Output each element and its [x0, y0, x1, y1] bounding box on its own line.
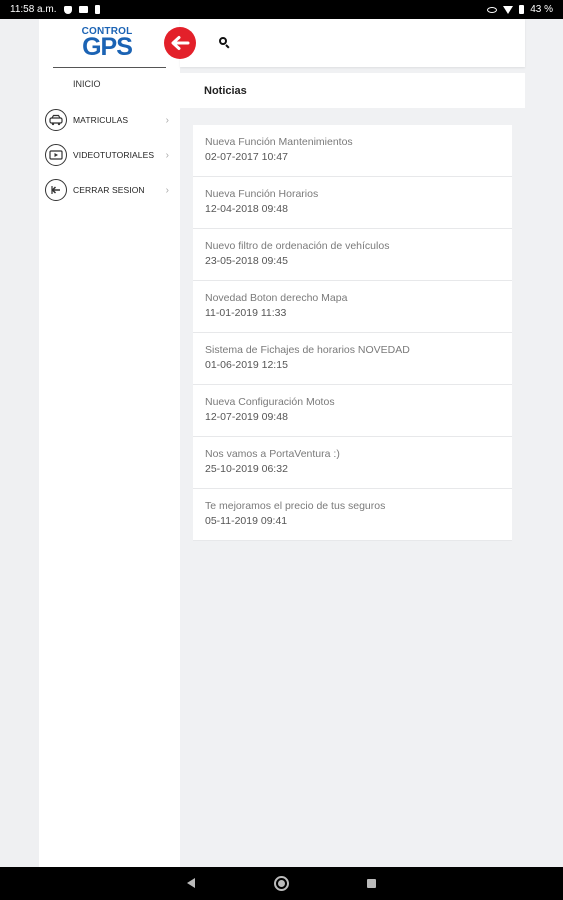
nav-home-icon[interactable]: [274, 876, 289, 891]
logo-big-text: GPS: [82, 33, 133, 61]
nav-recents-icon[interactable]: [367, 879, 376, 888]
search-icon[interactable]: [218, 36, 232, 50]
message-icon: [78, 6, 88, 13]
battery-icon: [519, 5, 525, 14]
page-header: Noticias: [180, 73, 525, 108]
news-title: Nos vamos a PortaVentura :): [205, 448, 340, 460]
news-item[interactable]: Sistema de Fichajes de horarios NOVEDAD …: [193, 333, 512, 385]
sidebar-item-matriculas[interactable]: MATRICULAS ›: [45, 107, 175, 133]
news-date: 01-06-2019 12:15: [205, 359, 288, 371]
back-arrow-icon: [171, 36, 190, 50]
news-item[interactable]: Nos vamos a PortaVentura :) 25-10-2019 0…: [193, 437, 512, 489]
search-handle: [225, 44, 230, 49]
clipboard-icon: [94, 5, 100, 14]
back-button[interactable]: [164, 27, 196, 59]
system-nav-bar: [0, 867, 563, 900]
news-date: 25-10-2019 06:32: [205, 463, 288, 475]
news-date: 12-04-2018 09:48: [205, 203, 288, 215]
sidebar-item-label: CERRAR SESION: [73, 185, 145, 195]
shield-icon: [63, 5, 72, 14]
news-item[interactable]: Nuevo filtro de ordenación de vehículos …: [193, 229, 512, 281]
news-list: Nueva Función Mantenimientos 02-07-2017 …: [193, 125, 512, 541]
sidebar-item-inicio[interactable]: INICIO: [73, 79, 101, 89]
chevron-right-icon: ›: [165, 114, 169, 126]
chevron-right-icon: ›: [165, 149, 169, 161]
logout-icon: [45, 179, 67, 201]
news-date: 12-07-2019 09:48: [205, 411, 288, 423]
top-bar: [180, 19, 525, 67]
news-date: 23-05-2018 09:45: [205, 255, 288, 267]
control-gps-logo[interactable]: CONTROL GPS: [75, 25, 139, 61]
news-title: Nueva Función Horarios: [205, 188, 319, 200]
news-title: Te mejoramos el precio de tus seguros: [205, 500, 386, 512]
left-gutter: [0, 19, 39, 867]
wifi-icon: [503, 5, 514, 14]
eye-icon: [487, 6, 498, 13]
news-title: Nueva Función Mantenimientos: [205, 136, 353, 148]
news-title: Nueva Configuración Motos: [205, 396, 335, 408]
news-item[interactable]: Nueva Configuración Motos 12-07-2019 09:…: [193, 385, 512, 437]
battery-level: 43 %: [530, 4, 553, 15]
sidebar: CONTROL GPS INICIO MATRICULAS › VIDEOTUT…: [39, 19, 180, 867]
status-bar: 11:58 a.m. 43 %: [0, 0, 563, 19]
page-title: Noticias: [204, 84, 247, 97]
news-item[interactable]: Novedad Boton derecho Mapa 11-01-2019 11…: [193, 281, 512, 333]
news-date: 05-11-2019 09:41: [205, 515, 288, 527]
sidebar-item-cerrar-sesion[interactable]: CERRAR SESION ›: [45, 177, 175, 203]
news-item[interactable]: Nueva Función Horarios 12-04-2018 09:48: [193, 177, 512, 229]
sidebar-item-videotutoriales[interactable]: VIDEOTUTORIALES ›: [45, 142, 175, 168]
car-icon: [45, 109, 67, 131]
news-date: 11-01-2019 11:33: [205, 307, 287, 319]
news-item[interactable]: Nueva Función Mantenimientos 02-07-2017 …: [193, 125, 512, 177]
news-title: Nuevo filtro de ordenación de vehículos: [205, 240, 390, 252]
news-title: Sistema de Fichajes de horarios NOVEDAD: [205, 344, 410, 356]
app-window: CONTROL GPS INICIO MATRICULAS › VIDEOTUT…: [0, 19, 563, 867]
sidebar-item-label: VIDEOTUTORIALES: [73, 150, 155, 160]
chevron-right-icon: ›: [165, 184, 169, 196]
nav-back-icon[interactable]: [187, 878, 195, 888]
news-item[interactable]: Te mejoramos el precio de tus seguros 05…: [193, 489, 512, 541]
news-date: 02-07-2017 10:47: [205, 151, 288, 163]
video-icon: [45, 144, 67, 166]
logo-divider: [53, 67, 166, 68]
sidebar-item-label: MATRICULAS: [73, 115, 129, 125]
status-time: 11:58 a.m.: [10, 4, 57, 15]
news-title: Novedad Boton derecho Mapa: [205, 292, 348, 304]
